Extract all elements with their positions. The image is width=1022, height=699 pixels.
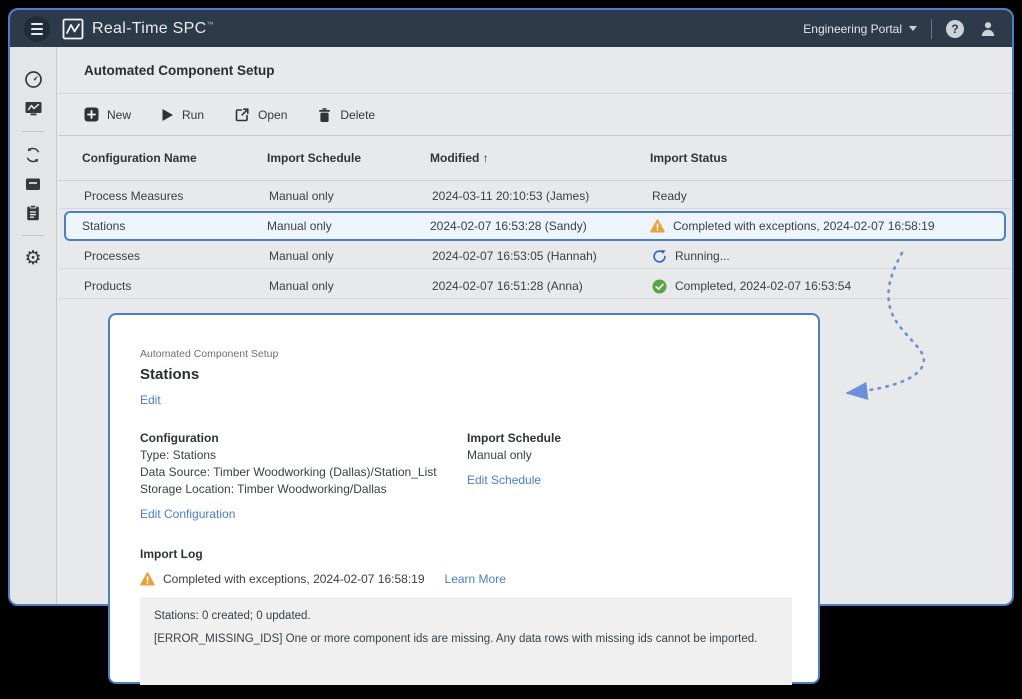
schedule-cell: Manual only [267,219,430,233]
import-schedule-heading: Import Schedule [467,431,561,445]
detail-panel: Automated Component Setup Stations Edit … [108,313,820,684]
sidebar-item-charts[interactable] [10,94,57,123]
app-logo-icon [62,18,84,40]
warning-icon [140,572,155,586]
gauge-icon [24,70,43,89]
run-button[interactable]: Run [161,108,204,122]
screen-background: Real-Time SPC™ Engineering Portal ? [0,0,1022,699]
gear-icon: ⚙ [24,249,41,268]
sidebar-divider [22,131,44,132]
new-button[interactable]: New [84,107,131,122]
column-header-import-schedule[interactable]: Import Schedule [267,151,430,165]
import-log-status: Completed with exceptions, 2024-02-07 16… [140,572,788,586]
config-name-cell: Processes [84,249,269,263]
status-text: Completed with exceptions, 2024-02-07 16… [673,219,935,233]
status-text: Running... [675,249,730,263]
trademark-symbol: ™ [206,21,213,28]
config-name-cell: Stations [82,219,267,233]
configuration-section: Configuration Type: Stations Data Source… [140,431,467,523]
chevron-down-icon [909,26,917,31]
log-line: [ERROR_MISSING_IDS] One or more componen… [154,633,778,645]
page-title: Automated Component Setup [84,63,275,78]
config-name-cell: Process Measures [84,189,269,203]
status-cell: Completed, 2024-02-07 16:53:54 [652,279,1010,294]
import-log-heading: Import Log [140,547,788,561]
configuration-heading: Configuration [140,431,467,445]
table-header-row: Configuration Name Import Schedule Modif… [58,136,1012,181]
status-cell: Ready [652,189,1010,203]
schedule-cell: Manual only [269,249,432,263]
hamburger-menu-button[interactable] [24,16,50,42]
plus-square-icon [84,107,99,122]
sort-ascending-icon: ↑ [483,151,489,165]
log-line: Stations: 0 created; 0 updated. [154,610,778,622]
status-cell: Running... [652,249,1010,264]
detail-columns: Configuration Type: Stations Data Source… [140,431,788,523]
action-toolbar: New Run Open [58,94,1012,136]
detail-title: Stations [140,366,788,383]
column-header-configuration-name[interactable]: Configuration Name [82,151,267,165]
table-row[interactable]: Processes Manual only 2024-02-07 16:53:0… [58,241,1012,271]
delete-button-label: Delete [340,108,375,122]
user-account-icon[interactable] [978,19,998,39]
archive-box-icon [24,175,42,193]
new-button-label: New [107,108,131,122]
portal-label: Engineering Portal [803,22,902,36]
modified-cell: 2024-02-07 16:53:05 (Hannah) [432,249,652,263]
open-button[interactable]: Open [234,107,287,123]
table-row-selected[interactable]: Stations Manual only 2024-02-07 16:53:28… [64,211,1006,241]
config-name-cell: Products [84,279,269,293]
warning-icon [650,219,665,233]
schedule-cell: Manual only [269,189,432,203]
configuration-type: Type: Stations [140,448,467,462]
edit-link[interactable]: Edit [140,393,161,407]
column-header-import-status[interactable]: Import Status [650,151,1012,165]
success-check-icon [652,279,667,294]
help-icon[interactable]: ? [946,20,964,38]
sidebar-divider [22,235,44,236]
portal-selector[interactable]: Engineering Portal [803,22,917,36]
running-refresh-icon [652,249,667,264]
app-title: Real-Time SPC™ [92,20,214,38]
table-row[interactable]: Process Measures Manual only 2024-03-11 … [58,181,1012,211]
play-icon [161,108,174,122]
learn-more-link[interactable]: Learn More [445,572,506,586]
sidebar-item-dashboard[interactable] [10,65,57,94]
open-external-icon [234,107,250,123]
sync-icon [24,146,42,164]
breadcrumb: Automated Component Setup [140,348,788,360]
import-log-status-text: Completed with exceptions, 2024-02-07 16… [163,572,425,586]
monitor-chart-icon [24,99,43,118]
navbar-divider [931,19,932,39]
clipboard-icon [24,204,42,222]
import-schedule-section: Import Schedule Manual only Edit Schedul… [467,431,561,523]
edit-schedule-link[interactable]: Edit Schedule [467,473,541,487]
status-text: Ready [652,189,687,203]
run-button-label: Run [182,108,204,122]
delete-button[interactable]: Delete [317,107,375,123]
status-cell: Completed with exceptions, 2024-02-07 16… [650,219,1004,233]
import-log-output: Stations: 0 created; 0 updated. [ERROR_M… [140,597,792,685]
table-row[interactable]: Products Manual only 2024-02-07 16:51:28… [58,271,1012,301]
navbar-right: Engineering Portal ? [803,19,998,39]
icon-sidebar: ⚙ [10,47,57,604]
modified-cell: 2024-02-07 16:51:28 (Anna) [432,279,652,293]
sidebar-item-reports[interactable] [10,198,57,227]
schedule-cell: Manual only [269,279,432,293]
edit-configuration-link[interactable]: Edit Configuration [140,507,235,521]
column-header-modified[interactable]: Modified ↑ [430,151,650,165]
configuration-data-source: Data Source: Timber Woodworking (Dallas)… [140,465,467,479]
top-navbar: Real-Time SPC™ Engineering Portal ? [10,10,1012,47]
modified-cell: 2024-03-11 20:10:53 (James) [432,189,652,203]
sidebar-item-sync[interactable] [10,140,57,169]
page-header: Automated Component Setup [58,47,1012,94]
import-schedule-value: Manual only [467,448,561,462]
modified-cell: 2024-02-07 16:53:28 (Sandy) [430,219,650,233]
configuration-storage-location: Storage Location: Timber Woodworking/Dal… [140,482,467,496]
sidebar-item-settings[interactable]: ⚙ [10,244,57,273]
open-button-label: Open [258,108,287,122]
trash-icon [317,107,332,123]
sidebar-item-storage[interactable] [10,169,57,198]
status-text: Completed, 2024-02-07 16:53:54 [675,279,851,293]
